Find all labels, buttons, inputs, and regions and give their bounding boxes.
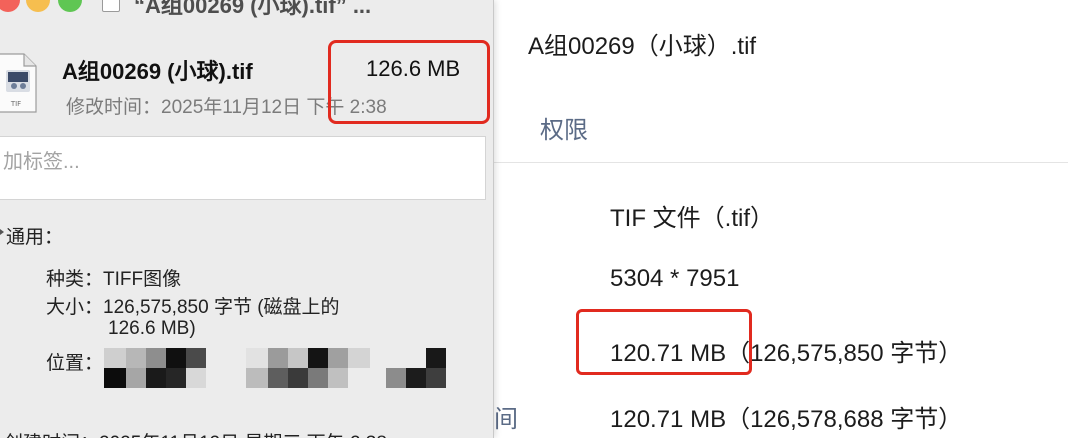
size-highlight-box	[328, 40, 490, 124]
disclosure-triangle-icon[interactable]	[0, 226, 4, 238]
general-section: 通用： 种类：TIFF图像 大小：126,575,850 字节 (磁盘上的 12…	[0, 210, 493, 438]
size-row: 大小：126,575,850 字节 (磁盘上的	[46, 297, 340, 318]
document-proxy-icon[interactable]	[102, 0, 120, 12]
image-dimensions-value: 5304 * 7951	[610, 265, 740, 292]
general-section-heading[interactable]: 通用：	[6, 222, 63, 249]
get-info-window: “A组00269 (小球).tif” ... TIF A组00269 (小球).…	[0, 0, 494, 438]
size-row-continued: 126.6 MB)	[108, 318, 196, 339]
redacted-location-path	[104, 348, 464, 390]
window-title: “A组00269 (小球).tif” ...	[134, 0, 372, 18]
kind-row: 种类：TIFF图像	[46, 269, 182, 290]
created-row: 创建时间：2025年11月12日 星期三 下午 2:38	[4, 428, 387, 438]
size-highlight-box	[576, 309, 752, 375]
properties-panel: A组00269（小球）.tif 权限 TIF 文件（.tif） 5304 * 7…	[494, 0, 1068, 438]
size-on-disk-value: 120.71 MB（126,578,688 字节）	[610, 406, 963, 433]
size-on-disk-label-partial: 间	[494, 406, 518, 433]
where-label: 位置：	[46, 353, 104, 374]
zoom-window-button[interactable]	[58, 0, 82, 12]
tiff-document-icon: TIF	[0, 53, 37, 113]
tab-divider	[494, 162, 1068, 163]
tiff-icon-caption: TIF	[10, 100, 21, 108]
minimize-window-button[interactable]	[26, 0, 50, 12]
tags-input[interactable]: 加标签...	[0, 136, 486, 200]
file-type-value: TIF 文件（.tif）	[610, 205, 774, 232]
window-titlebar[interactable]: “A组00269 (小球).tif” ...	[0, 0, 493, 20]
file-name: A组00269 (小球).tif	[62, 59, 253, 84]
tab-permissions[interactable]: 权限	[540, 110, 588, 145]
close-window-button[interactable]	[0, 0, 20, 12]
properties-file-title: A组00269（小球）.tif	[528, 33, 757, 60]
